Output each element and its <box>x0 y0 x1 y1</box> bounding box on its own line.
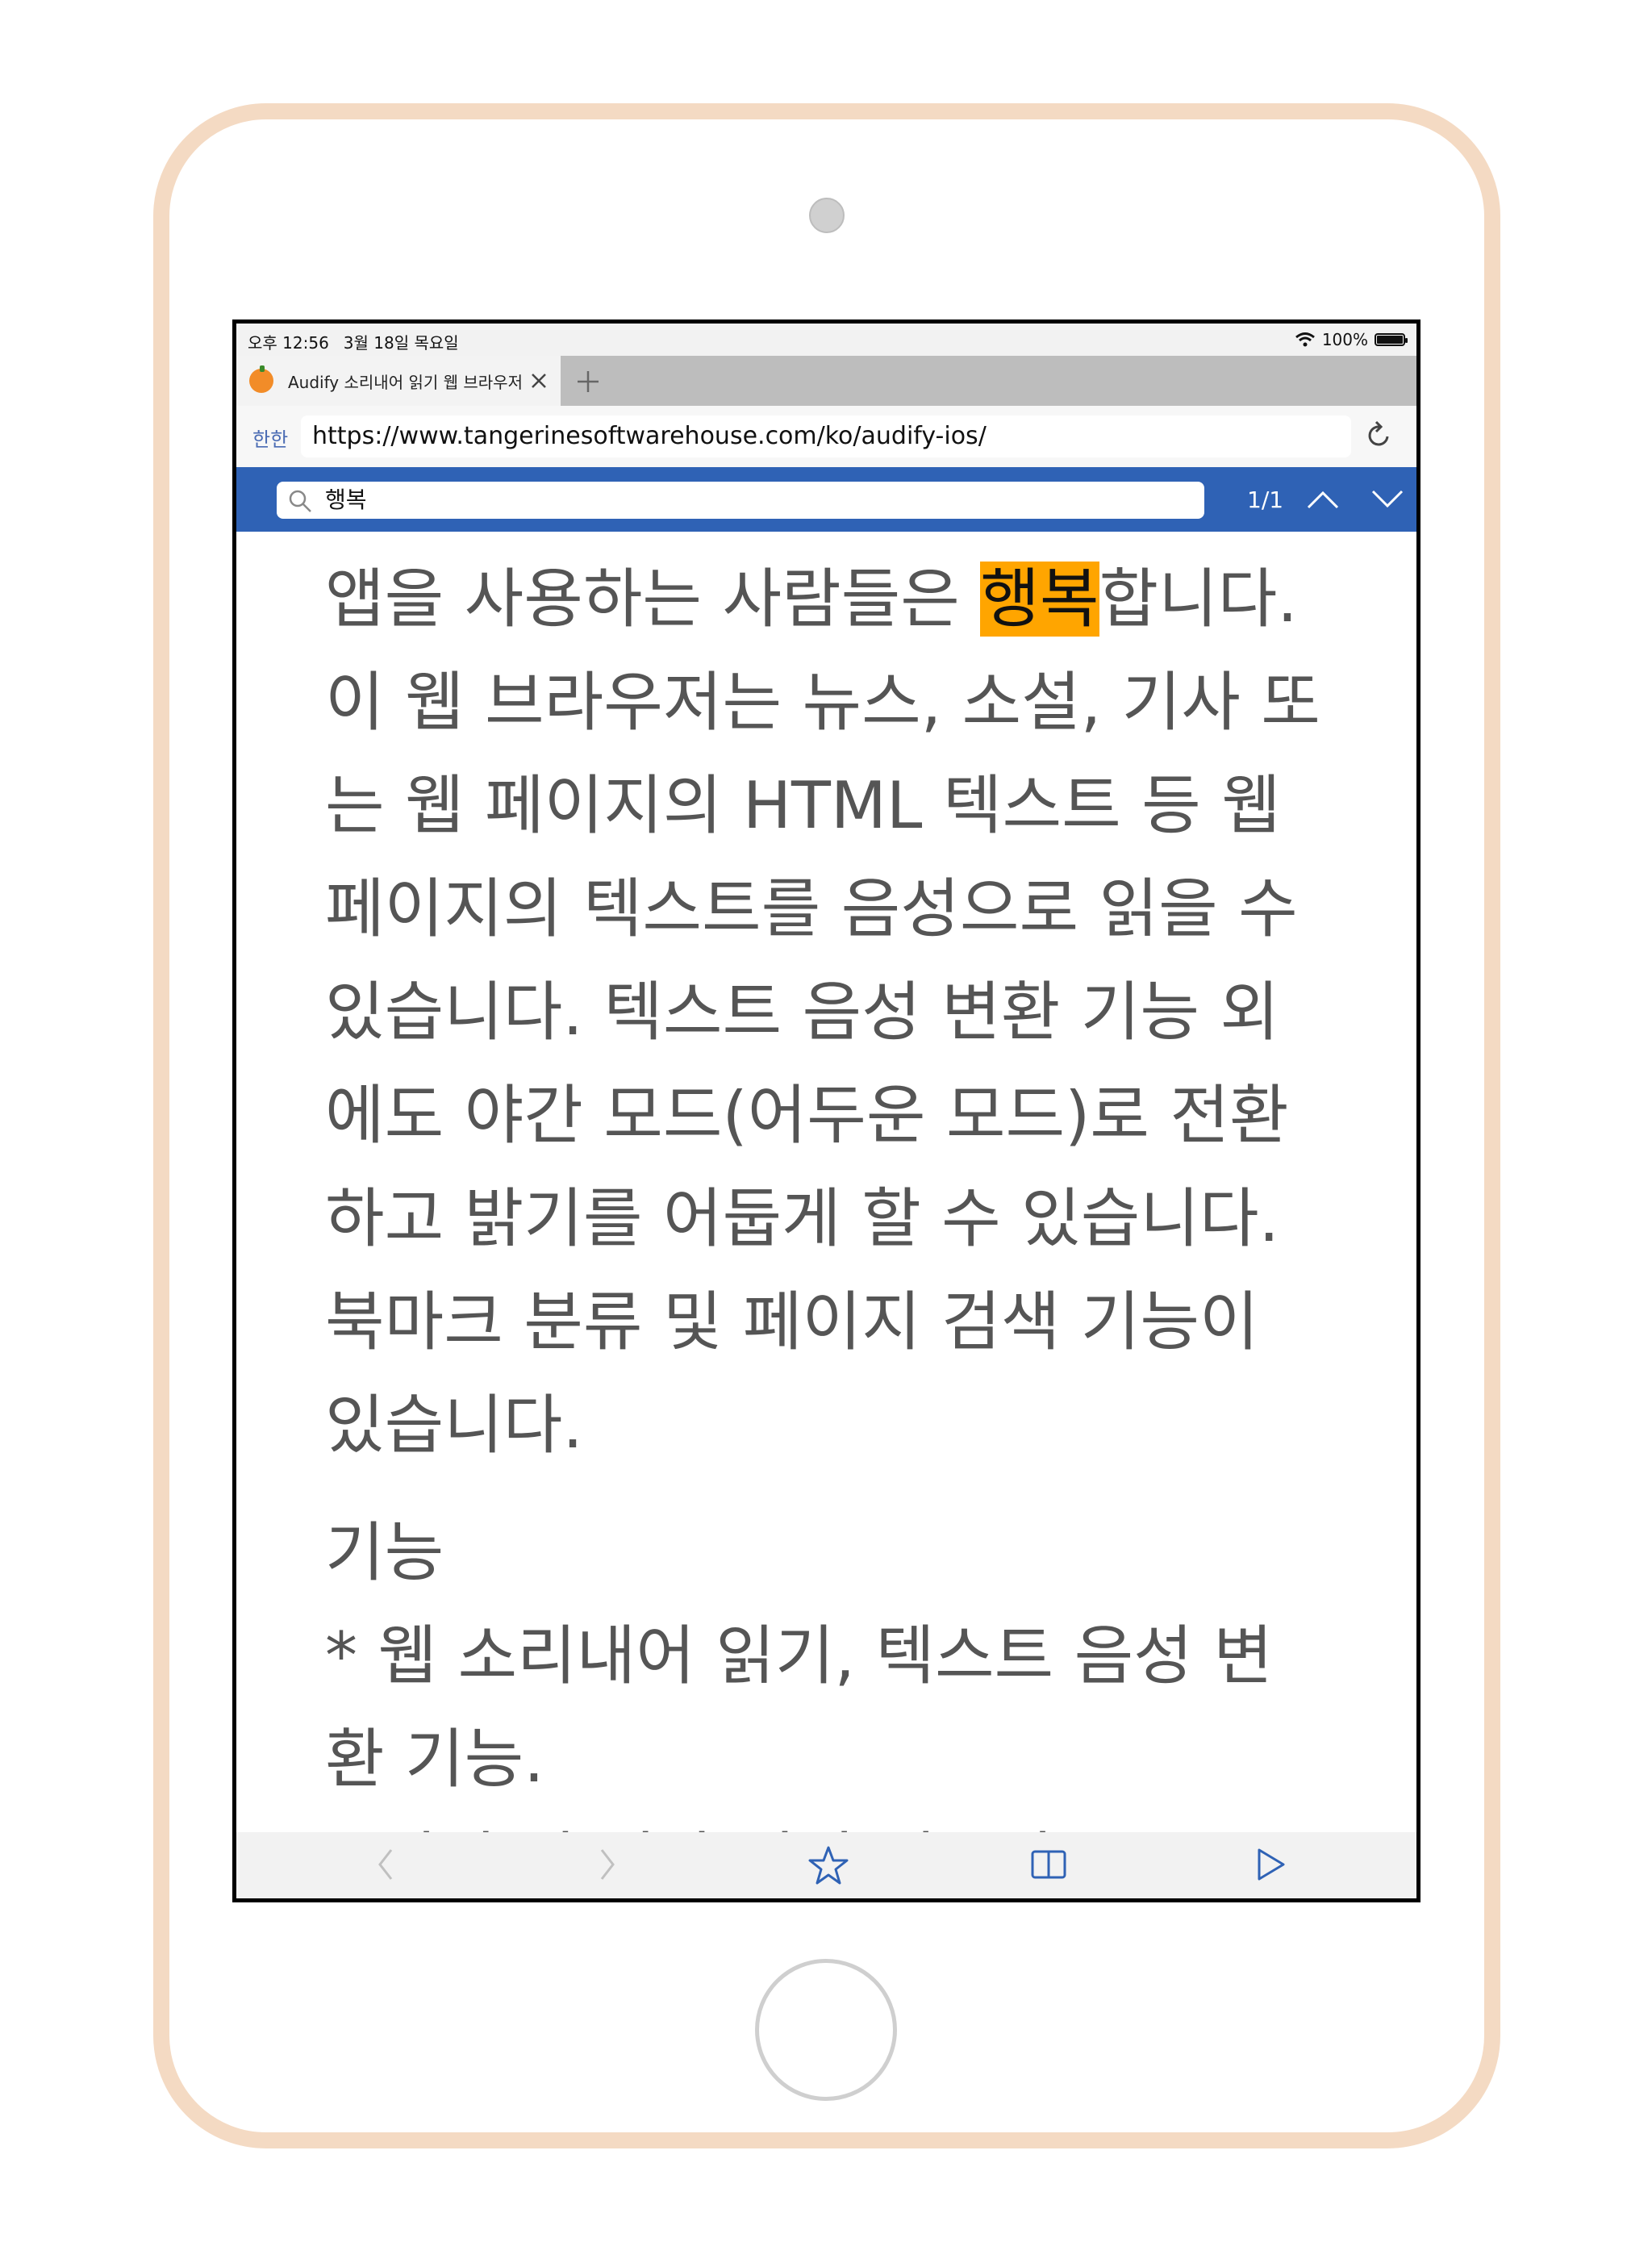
play-icon[interactable] <box>1253 1845 1288 1884</box>
tab-title: Audify 소리내어 읽기 웹 브라우저 <box>288 372 522 392</box>
chevron-up-icon[interactable] <box>1305 485 1341 514</box>
browser-tab[interactable]: Audify 소리내어 읽기 웹 브라우저 <box>236 356 561 406</box>
tangerine-icon <box>249 365 273 393</box>
battery-percent: 100% <box>1321 330 1368 349</box>
status-right: 100% <box>1295 330 1408 349</box>
status-left: 오후 12:56 3월 18일 목요일 <box>248 330 473 353</box>
chevron-left-icon[interactable] <box>373 1845 398 1884</box>
find-bar: 행복 1/1 <box>236 467 1416 532</box>
intro-paragraph: 앱을 사용하는 사람들은 행복합니다. 이 웹 브라우저는 뉴스, 소설, 기사… <box>325 548 1329 1477</box>
status-time: 오후 12:56 <box>248 333 329 353</box>
home-button[interactable] <box>755 1959 897 2101</box>
chevron-down-icon[interactable] <box>1370 485 1405 514</box>
feature-item: * 웹 소리내어 읽기, 텍스트 음성 변환 기능. <box>325 1618 1273 1797</box>
find-count: 1/1 <box>1247 486 1284 513</box>
book-open-icon[interactable] <box>1029 1845 1068 1884</box>
intro-text-after: 합니다. 이 웹 브라우저는 뉴스, 소설, 기사 또는 웹 페이지의 HTML… <box>325 562 1320 1463</box>
tab-bar: Audify 소리내어 읽기 웹 브라우저 <box>236 356 1416 406</box>
translate-icon[interactable]: 한한 <box>252 424 288 452</box>
device-screen: 오후 12:56 3월 18일 목요일 100% Audify 소리내어 읽기 웹… <box>232 319 1420 1902</box>
page-content: 앱을 사용하는 사람들은 행복합니다. 이 웹 브라우저는 뉴스, 소설, 기사… <box>236 532 1416 1898</box>
status-date: 3월 18일 목요일 <box>343 333 459 353</box>
star-icon[interactable] <box>807 1845 849 1885</box>
find-query: 행복 <box>325 486 367 513</box>
bottom-toolbar <box>236 1832 1416 1898</box>
url-bar: 한한 https://www.tangerinesoftwarehouse.co… <box>236 406 1416 467</box>
status-bar: 오후 12:56 3월 18일 목요일 100% <box>236 324 1416 356</box>
chevron-right-icon[interactable] <box>595 1845 620 1884</box>
battery-icon <box>1375 333 1408 346</box>
reload-icon[interactable] <box>1365 420 1394 451</box>
close-icon[interactable] <box>530 372 548 390</box>
find-input[interactable]: 행복 <box>277 482 1204 519</box>
intro-text-before: 앱을 사용하는 사람들은 <box>325 562 981 637</box>
search-highlight: 행복 <box>980 562 1099 637</box>
url-field[interactable]: https://www.tangerinesoftwarehouse.com/k… <box>301 415 1351 457</box>
features-heading: 기능 <box>325 1515 444 1590</box>
search-icon <box>289 490 311 512</box>
camera-icon <box>809 198 845 233</box>
wifi-icon <box>1295 332 1315 347</box>
plus-icon[interactable] <box>575 369 601 395</box>
